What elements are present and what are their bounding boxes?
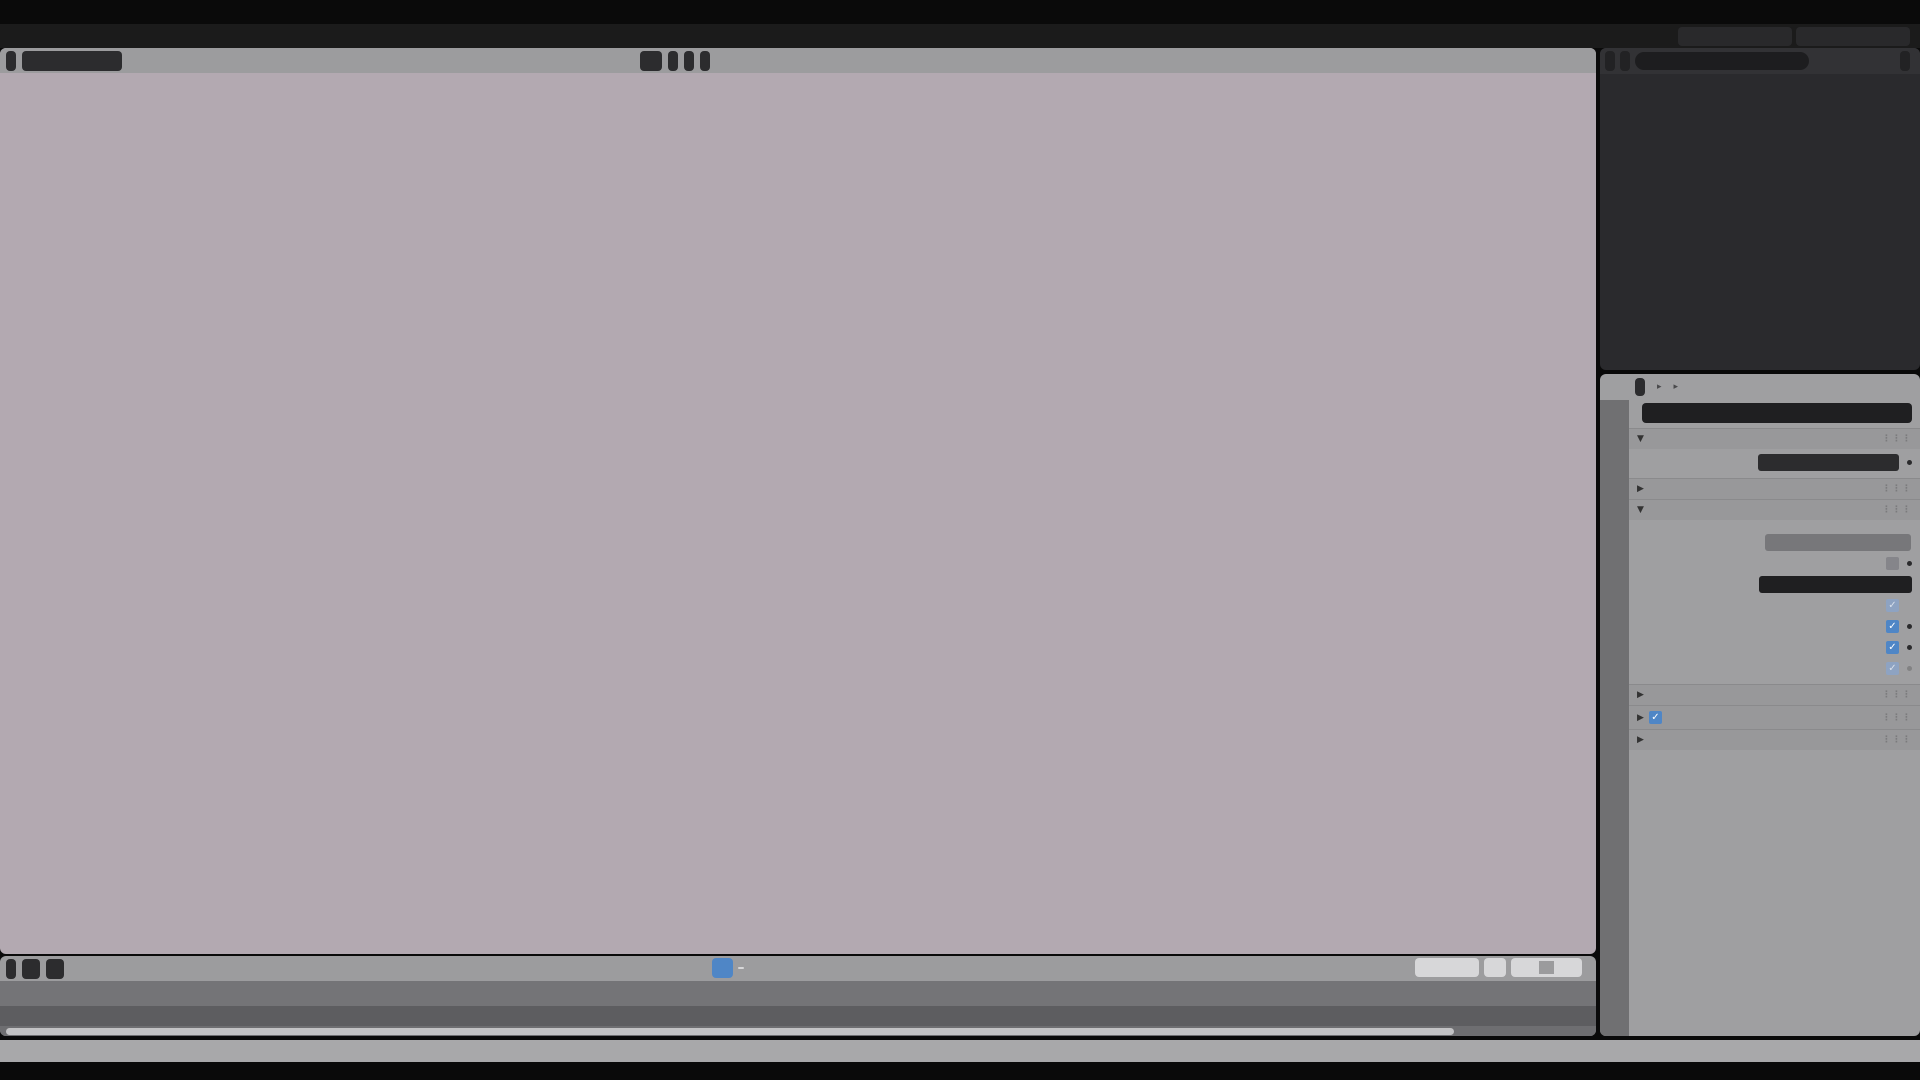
panel-drag-grip[interactable]: ⋮⋮⋮ [1882,484,1912,494]
panel-bendy-bones-header[interactable]: ▶ ⋮⋮⋮ [1629,478,1920,499]
animate-dot [1907,666,1912,671]
bone-group-row [1629,574,1920,595]
transport-buttons [738,967,744,969]
bone-name-row [1629,400,1920,428]
local-location-row: ✓ [1629,658,1920,679]
rotation-mode-dropdown[interactable] [1758,454,1899,471]
animate-dot[interactable] [1907,645,1912,650]
frame-range-fields[interactable] [1511,958,1582,977]
panel-open-icon: ▼ [1637,434,1644,444]
timeline-tracks[interactable] [0,1006,1596,1026]
panel-inverse-kinematics-header[interactable]: ▶ ⋮⋮⋮ [1629,684,1920,705]
divider [1539,961,1554,974]
panel-drag-grip[interactable]: ⋮⋮⋮ [1882,713,1912,723]
bone-name-input[interactable] [1642,403,1912,423]
current-frame-field[interactable] [1415,958,1479,977]
outliner-editor [1600,48,1920,370]
outliner-editor-type-button[interactable] [1605,51,1615,71]
outliner-search-input[interactable] [1635,52,1809,70]
deform-checkbox[interactable]: ✓ [1648,711,1662,724]
outliner-display-mode-button[interactable] [1620,51,1630,71]
parent-row [1629,532,1920,553]
parent-field[interactable] [1765,534,1911,551]
outliner-filter-button[interactable] [1900,51,1910,71]
panel-deform-header[interactable]: ▶ ✓ ⋮⋮⋮ [1629,705,1920,729]
playback-menu[interactable] [22,958,40,979]
animate-dot[interactable] [1907,561,1912,566]
breadcrumb-arrow-icon: ▸ [1673,382,1679,392]
timeline-editor-type-button[interactable] [6,958,16,979]
panel-drag-grip[interactable]: ⋮⋮⋮ [1882,505,1912,515]
scene-selector[interactable] [1678,26,1792,46]
blender-window: ▸ ▸ ▼ ⋮⋮⋮ ▶ ⋮⋮⋮ ▼ ⋮⋮⋮ ✓ ✓ ✓ ✓ ▶ ⋮⋮⋮ ▶ ✓ … [0,0,1920,1080]
inherit-rotation-row: ✓ [1629,616,1920,637]
viewport-canvas[interactable] [0,73,1596,954]
editor-type-button[interactable] [6,50,16,71]
transport-controls [712,958,744,978]
topbar-right [1678,26,1920,46]
bone-layers-grid[interactable] [1629,520,1920,532]
viewport-editor [0,48,1596,954]
rotation-mode-row [1629,453,1920,472]
scrollbar-thumb[interactable] [6,1027,1454,1035]
panel-transform-header[interactable]: ▼ ⋮⋮⋮ [1629,428,1920,449]
connected-checkbox: ✓ [1886,599,1899,612]
viewport-header [0,48,1596,73]
connected-row: ✓ [1629,595,1920,616]
bone-group-dropdown[interactable] [1759,576,1912,593]
panel-open-icon: ▼ [1637,505,1644,515]
status-bar [0,1040,1920,1062]
keying-menu[interactable] [46,958,64,979]
pivot-point-button[interactable] [668,50,678,71]
properties-editor-type-button[interactable] [1635,378,1645,396]
topbar [0,24,1920,48]
panel-closed-icon: ▶ [1637,735,1644,745]
properties-tab-strip [1600,400,1629,1036]
viewport-header-center [640,50,710,71]
auto-keying-button[interactable] [712,958,733,978]
panel-drag-grip[interactable]: ⋮⋮⋮ [1882,690,1912,700]
inherit-scale-checkbox[interactable]: ✓ [1886,641,1899,654]
breadcrumb: ▸ ▸ [1629,374,1920,400]
snap-button[interactable] [684,50,694,71]
panel-drag-grip[interactable]: ⋮⋮⋮ [1882,735,1912,745]
panel-closed-icon: ▶ [1637,690,1644,700]
inherit-scale-row: ✓ [1629,637,1920,658]
panel-closed-icon: ▶ [1637,484,1644,494]
panel-viewport-display-header[interactable]: ▶ ⋮⋮⋮ [1629,729,1920,750]
local-location-checkbox: ✓ [1886,662,1899,675]
panel-drag-grip[interactable]: ⋮⋮⋮ [1882,434,1912,444]
proportional-edit-button[interactable] [700,50,710,71]
timeline-ruler[interactable] [0,981,1596,1006]
relative-parenting-row [1629,553,1920,574]
mode-selector[interactable] [22,50,122,71]
properties-editor: ▸ ▸ ▼ ⋮⋮⋮ ▶ ⋮⋮⋮ ▼ ⋮⋮⋮ ✓ ✓ ✓ ✓ ▶ ⋮⋮⋮ ▶ ✓ … [1600,374,1920,1036]
animate-dot[interactable] [1907,624,1912,629]
animate-dot[interactable] [1907,460,1912,465]
breadcrumb-arrow-icon: ▸ [1657,382,1662,392]
timeline-header [0,956,1596,981]
use-preview-range-button[interactable] [1484,958,1506,977]
properties-content: ▸ ▸ ▼ ⋮⋮⋮ ▶ ⋮⋮⋮ ▼ ⋮⋮⋮ ✓ ✓ ✓ ✓ ▶ ⋮⋮⋮ ▶ ✓ … [1629,374,1920,1036]
relative-parenting-checkbox[interactable] [1886,557,1899,570]
timeline-scrollbar[interactable] [0,1026,1596,1036]
inherit-rotation-checkbox[interactable]: ✓ [1886,620,1899,633]
timeline-editor [0,956,1596,1036]
panel-relations-header[interactable]: ▼ ⋮⋮⋮ [1629,499,1920,520]
timeline-right-controls [1415,958,1582,977]
outliner-header [1600,48,1920,74]
view-layer-selector[interactable] [1796,26,1910,46]
panel-closed-icon: ▶ [1637,712,1644,723]
orientation-selector[interactable] [640,50,662,71]
